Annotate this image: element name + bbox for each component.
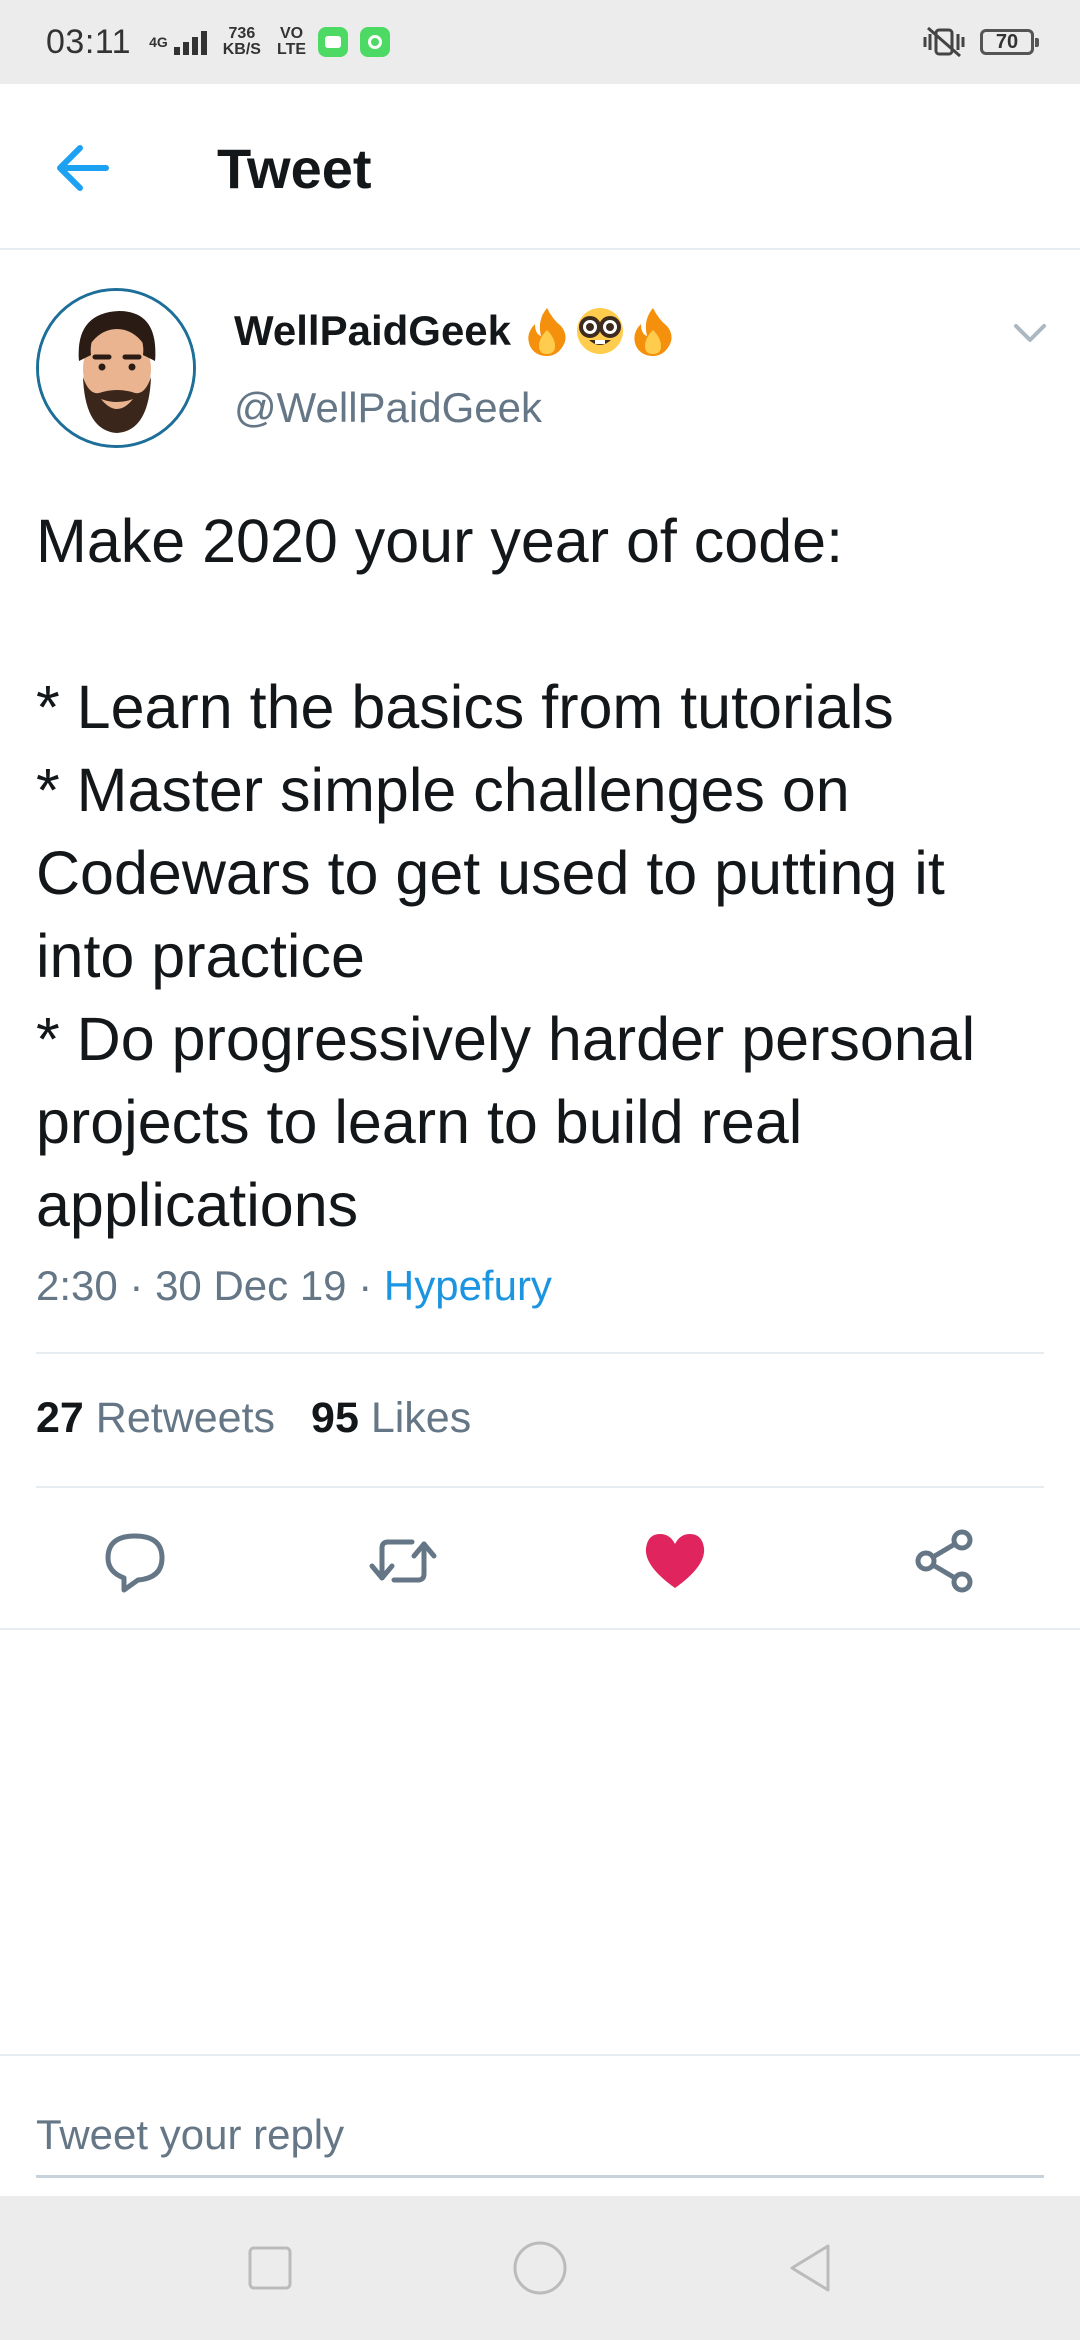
name-emoji-group — [525, 306, 675, 356]
like-count: 95 — [311, 1394, 359, 1442]
home-icon[interactable] — [512, 2240, 568, 2296]
fire-emoji-icon-2 — [634, 308, 672, 356]
avatar[interactable] — [36, 288, 196, 448]
reply-top-divider — [0, 2054, 1080, 2056]
tweet-time: 2:30 — [36, 1262, 118, 1309]
arrow-left-icon[interactable] — [50, 136, 120, 200]
network-speed-value: 736 — [228, 25, 256, 42]
battery-icon: 70 — [980, 29, 1039, 55]
tweet-date: 30 Dec 19 — [155, 1262, 347, 1309]
tweet-author-name[interactable]: WellPaidGeek — [234, 306, 675, 356]
tweet-author-handle[interactable]: @WellPaidGeek — [234, 384, 542, 432]
fire-emoji-icon — [528, 308, 566, 356]
chevron-down-icon[interactable] — [1010, 318, 1050, 348]
message-app-icon — [318, 27, 349, 57]
volte-indicator: VO LTE — [277, 26, 306, 58]
page-title: Tweet — [217, 137, 372, 200]
status-bar: 03:11 4G 736 KB/S VO LTE 70 — [0, 0, 1080, 84]
reply-input[interactable]: Tweet your reply — [36, 2094, 1044, 2178]
signal-icon — [173, 29, 207, 55]
meta-separator: · — [129, 1262, 156, 1309]
speech-bubble-icon[interactable] — [100, 1526, 170, 1596]
author-name-text: WellPaidGeek — [234, 307, 512, 354]
tweet-actions — [0, 1490, 1080, 1628]
battery-level: 70 — [995, 30, 1019, 53]
likes-stat[interactable]: 95 Likes — [311, 1394, 471, 1443]
tweet-text: Make 2020 your year of code: * Learn the… — [36, 507, 976, 1239]
status-time: 03:11 — [46, 22, 132, 61]
screen: 03:11 4G 736 KB/S VO LTE 70 Tweet WellPa… — [0, 0, 1080, 2340]
vibrate-mute-icon — [923, 26, 965, 58]
network-speed-unit: KB/S — [222, 41, 261, 58]
top-app-bar: Tweet — [0, 84, 1080, 250]
back-triangle-icon[interactable] — [782, 2240, 838, 2296]
volte-top: VO — [279, 25, 304, 42]
meta-separator-2: · — [358, 1262, 384, 1309]
reply-placeholder: Tweet your reply — [36, 2110, 345, 2158]
recent-apps-icon[interactable] — [242, 2240, 298, 2296]
network-type: 4G — [149, 34, 168, 50]
system-nav-bar — [0, 2196, 1080, 2340]
network-speed: 736 KB/S — [223, 26, 261, 58]
tweet-stats: 27 Retweets 95 Likes — [36, 1394, 471, 1443]
volte-bottom: LTE — [276, 41, 307, 58]
avatar-image — [39, 291, 193, 445]
retweet-label: Retweets — [95, 1394, 276, 1442]
divider — [36, 1352, 1044, 1354]
retweets-stat[interactable]: 27 Retweets — [36, 1394, 275, 1443]
tweet-source-link[interactable]: Hypefury — [384, 1262, 552, 1309]
heart-icon[interactable] — [640, 1526, 710, 1596]
actions-bottom-divider — [0, 1628, 1080, 1630]
divider-2 — [36, 1486, 1044, 1488]
chat-app-icon — [360, 27, 391, 57]
share-icon[interactable] — [910, 1526, 980, 1596]
retweet-count: 27 — [36, 1394, 84, 1442]
nerd-face-emoji-icon — [577, 308, 624, 354]
retweet-icon[interactable] — [368, 1526, 438, 1596]
tweet-meta: 2:30 · 30 Dec 19 · Hypefury — [36, 1262, 552, 1310]
like-label: Likes — [370, 1394, 472, 1442]
